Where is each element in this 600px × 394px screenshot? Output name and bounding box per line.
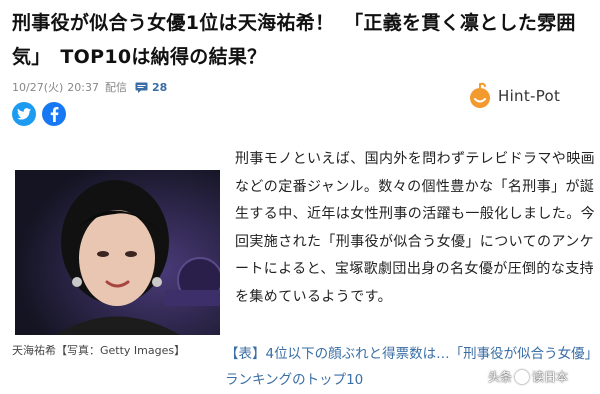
actress-portrait-image bbox=[15, 170, 220, 335]
share-buttons bbox=[12, 102, 66, 126]
article-meta: 10/27(火) 20:37 配信 28 bbox=[12, 78, 167, 96]
publisher-logo[interactable]: Hint-Pot bbox=[466, 82, 560, 110]
hint-pot-logo-icon bbox=[470, 82, 490, 108]
article-body: 刑事モノといえば、国内外を問わずテレビドラマや映画などの定番ジャンル。数々の個性… bbox=[235, 151, 595, 305]
publish-date: 10/27(火) bbox=[12, 81, 64, 94]
article-photo bbox=[15, 170, 220, 335]
twitter-share-button[interactable] bbox=[12, 102, 36, 126]
related-link[interactable]: 【表】4位以下の顔ぶれと得票数は…「刑事役が似合う女優」ランキングのトップ10 bbox=[225, 341, 597, 393]
facebook-icon bbox=[50, 106, 58, 122]
comment-count[interactable]: 28 bbox=[152, 81, 167, 94]
watermark: 头条 读日本 bbox=[488, 368, 568, 385]
article-headline: 刑事役が似合う女優1位は天海祐希！ 「正義を貫く凛とした雰囲気」 TOP10は納… bbox=[12, 12, 576, 68]
twitter-icon bbox=[17, 108, 31, 120]
brand-name: Hint-Pot bbox=[498, 87, 561, 105]
watermark-at-icon bbox=[515, 369, 530, 384]
facebook-share-button[interactable] bbox=[42, 102, 66, 126]
photo-caption: 天海祐希【写真：Getty Images】 bbox=[12, 344, 186, 357]
watermark-left: 头条 bbox=[488, 370, 513, 384]
comment-icon[interactable] bbox=[135, 82, 148, 93]
watermark-right: 读日本 bbox=[532, 370, 569, 384]
delivered-label: 配信 bbox=[105, 81, 127, 94]
publish-time: 20:37 bbox=[67, 80, 99, 94]
